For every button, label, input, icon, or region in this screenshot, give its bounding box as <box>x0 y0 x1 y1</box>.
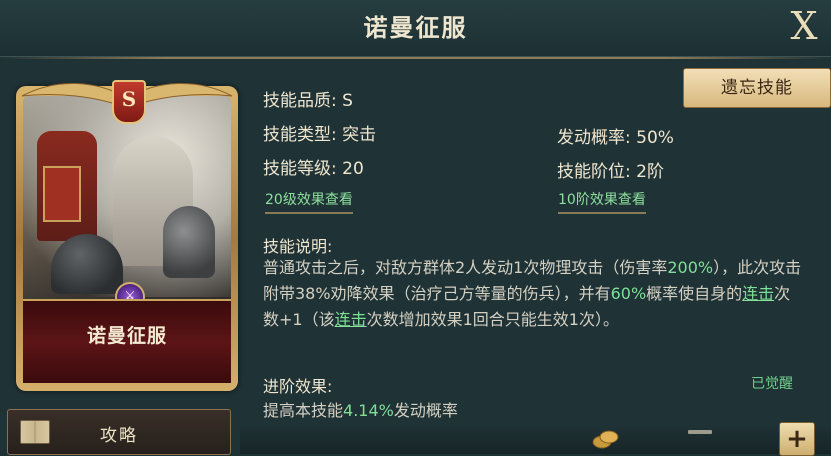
advance-title: 进阶效果: <box>263 377 333 396</box>
skill-quality: 技能品质: S <box>263 91 353 111</box>
art-banner <box>43 166 81 222</box>
plus-button[interactable]: + <box>779 422 815 456</box>
advance-text-1: 提高本技能 <box>263 401 344 420</box>
desc-text-3: 概率使自身的 <box>646 284 743 303</box>
card-name: 诺曼征服 <box>86 325 167 347</box>
bottom-bar <box>240 425 831 454</box>
chance-value: 60% <box>610 284 647 303</box>
header-divider <box>0 57 831 59</box>
skill-description: 普通攻击之后，对敌方群体2人发动1次物理攻击（伤害率200%），此次攻击附带38… <box>263 255 803 333</box>
art-helmet-2 <box>163 206 215 278</box>
close-button[interactable]: X <box>787 6 821 46</box>
minus-button[interactable] <box>688 430 712 434</box>
grade-badge: S <box>112 80 146 124</box>
desc-text-5: 次数增加效果1回合只能生效1次）。 <box>366 310 619 329</box>
advance-description: 提高本技能4.14%发动概率 <box>263 397 458 421</box>
skill-type: 技能类型: 突击 <box>263 125 377 145</box>
damage-rate-value: 200% <box>667 258 714 277</box>
coin-icon <box>592 430 619 449</box>
trigger-rate: 发动概率: 50% <box>557 128 674 148</box>
advance-text-2: 发动概率 <box>393 401 458 420</box>
advance-value: 4.14% <box>343 401 394 420</box>
combo-link[interactable]: 连击 <box>742 284 774 303</box>
forget-skill-button[interactable]: 遗忘技能 <box>683 68 831 108</box>
guide-label: 攻略 <box>100 426 138 446</box>
guide-button[interactable]: 攻略 <box>7 409 231 455</box>
header-bar: 诺曼征服 X <box>0 0 831 57</box>
skill-card: S ⚔ 诺曼征服 <box>16 80 238 391</box>
awakened-status: 已觉醒 <box>751 376 793 392</box>
skill-level: 技能等级: 20 <box>263 159 364 179</box>
level-effect-link[interactable]: 20级效果查看 <box>265 189 353 214</box>
desc-text-1: 普通攻击之后，对敌方群体2人发动1次物理攻击（伤害率 <box>263 258 668 277</box>
tier-effect-link[interactable]: 10阶效果查看 <box>558 189 646 214</box>
card-name-plate: 诺曼征服 <box>23 299 231 383</box>
page-title: 诺曼征服 <box>363 14 468 42</box>
combo-link-2[interactable]: 连击 <box>335 310 367 329</box>
skill-tier: 技能阶位: 2阶 <box>557 162 664 182</box>
description-title: 技能说明: <box>263 237 333 256</box>
